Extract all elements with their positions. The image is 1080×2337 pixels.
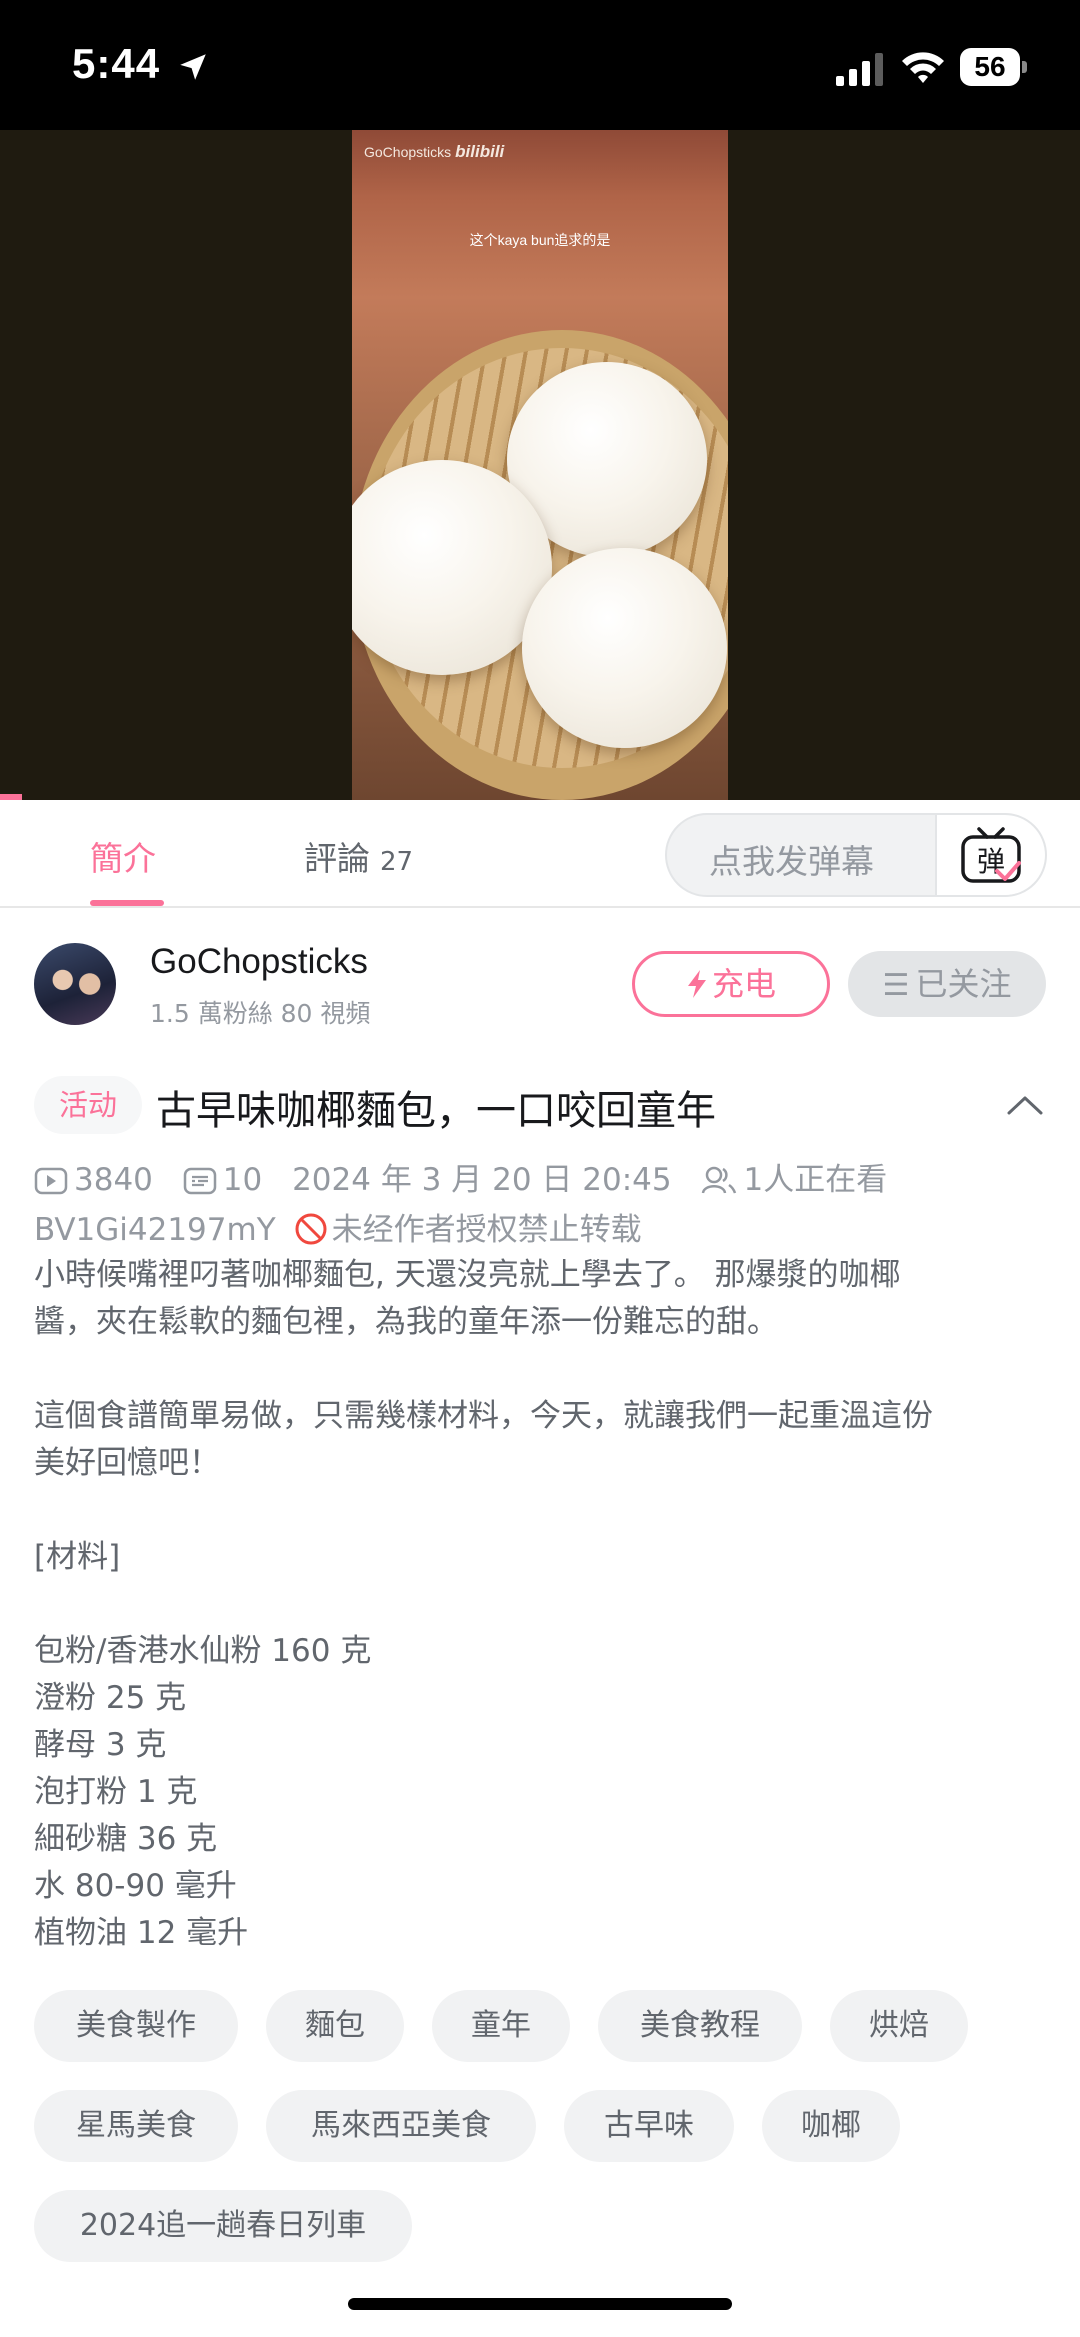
location-arrow-icon bbox=[180, 54, 206, 80]
bvid-row: BV1Gi42197mY 未经作者授权禁止转载 bbox=[34, 1204, 642, 1249]
charge-label: 充电 bbox=[711, 965, 776, 1003]
video-player[interactable]: GoChopsticks bilibili 这个kaya bun追求的是 bbox=[0, 130, 1080, 800]
wifi-icon bbox=[902, 52, 944, 83]
cellular-signal-icon bbox=[836, 53, 883, 86]
play-count: 3840 bbox=[34, 1162, 153, 1198]
description-line: 美好回憶吧！ bbox=[34, 1445, 220, 1481]
uploader-name[interactable]: GoChopsticks bbox=[150, 942, 368, 982]
tab-comments[interactable]: 評論 27 bbox=[304, 832, 413, 880]
menu-lines-icon: ☰ bbox=[882, 968, 910, 1003]
video-stats: 3840 10 2024 年 3 月 20 日 20:45 1人正在看 bbox=[34, 1154, 907, 1198]
danmaku-input[interactable]: 点我发弹幕 bbox=[709, 835, 874, 883]
watching-now-value: 1人正在看 bbox=[743, 1162, 888, 1198]
no-reprint-icon bbox=[295, 1213, 327, 1245]
tab-comments-label: 評論 bbox=[304, 839, 370, 878]
tag-chip[interactable]: 馬來西亞美食 bbox=[266, 2090, 536, 2162]
comments-count: 27 bbox=[380, 847, 414, 877]
description-line: 細砂糖 36 克 bbox=[34, 1821, 218, 1857]
viewers-icon bbox=[702, 1166, 737, 1194]
status-time: 5:44 bbox=[72, 40, 161, 87]
description-line bbox=[34, 1487, 1044, 1534]
description-line: 水 80-90 毫升 bbox=[34, 1868, 237, 1904]
copyright-notice: 未经作者授权禁止转载 bbox=[331, 1212, 642, 1248]
description-line: 包粉/香港水仙粉 160 克 bbox=[34, 1633, 372, 1669]
danmaku-tv-icon: 弹 bbox=[961, 827, 1021, 883]
battery-level: 56 bbox=[960, 48, 1020, 86]
danmaku-count: 10 bbox=[183, 1162, 262, 1198]
tag-chip[interactable]: 古早味 bbox=[564, 2090, 734, 2162]
tag-chip[interactable]: 2024追一趟春日列車 bbox=[34, 2190, 412, 2262]
description-line: 醬，夾在鬆軟的麵包裡，為我的童年添一份難忘的甜。 bbox=[34, 1304, 778, 1340]
danmaku-count-value: 10 bbox=[222, 1162, 263, 1198]
tag-chip[interactable]: 星馬美食 bbox=[34, 2090, 238, 2162]
status-bar: 5:44 56 bbox=[0, 0, 1080, 130]
follow-label: 已关注 bbox=[915, 965, 1012, 1003]
video-title: 古早味咖椰麵包，一口咬回童年 bbox=[156, 1088, 716, 1134]
play-icon bbox=[34, 1167, 68, 1195]
watching-now: 1人正在看 bbox=[701, 1154, 887, 1199]
tab-intro-label: 簡介 bbox=[90, 839, 156, 878]
danmaku-count-icon bbox=[183, 1167, 217, 1195]
description-line: 澄粉 25 克 bbox=[34, 1680, 187, 1716]
description-line: 泡打粉 1 克 bbox=[34, 1774, 198, 1810]
lightning-icon bbox=[687, 970, 706, 998]
publish-datetime: 2024 年 3 月 20 日 20:45 bbox=[292, 1162, 672, 1198]
tag-chip[interactable]: 烘焙 bbox=[830, 1990, 968, 2062]
home-indicator bbox=[348, 2298, 732, 2310]
danmaku-settings-button[interactable]: 弹 bbox=[935, 815, 1045, 895]
description-line bbox=[34, 1346, 1044, 1393]
tag-chip[interactable]: 麵包 bbox=[266, 1990, 404, 2062]
description-line: 這個食譜簡單易做，只需幾樣材料，今天，就讓我們一起重溫這份 bbox=[34, 1398, 933, 1434]
bvid[interactable]: BV1Gi42197mY bbox=[34, 1212, 276, 1248]
tab-bar: 簡介 評論 27 点我发弹幕 弹 bbox=[0, 800, 1080, 908]
description-line: [材料] bbox=[34, 1539, 121, 1575]
tag-chip[interactable]: 美食製作 bbox=[34, 1990, 238, 2062]
tab-intro[interactable]: 簡介 bbox=[90, 832, 156, 880]
tag-chip[interactable]: 咖椰 bbox=[762, 2090, 900, 2162]
active-tab-indicator bbox=[90, 900, 164, 906]
watermark-channel: GoChopsticks bbox=[364, 144, 452, 160]
description-line: 植物油 12 毫升 bbox=[34, 1915, 249, 1951]
uploader-avatar[interactable] bbox=[34, 943, 116, 1025]
watermark-brand: bilibili bbox=[455, 142, 505, 161]
chevron-up-icon[interactable] bbox=[1006, 1094, 1044, 1116]
video-description: 小時候嘴裡叼著咖椰麵包, 天還沒亮就上學去了。 那爆漿的咖椰 醬，夾在鬆軟的麵包… bbox=[34, 1252, 1044, 1957]
play-count-value: 3840 bbox=[74, 1162, 153, 1198]
uploader-stats: 1.5 萬粉絲 80 視頻 bbox=[150, 999, 371, 1028]
video-subtitle: 这个kaya bun追求的是 bbox=[469, 232, 611, 248]
danmaku-input-box[interactable]: 点我发弹幕 弹 bbox=[665, 813, 1047, 897]
follow-button[interactable]: ☰ 已关注 bbox=[848, 951, 1046, 1017]
tag-chip[interactable]: 童年 bbox=[432, 1990, 570, 2062]
activity-tag[interactable]: 活动 bbox=[34, 1076, 142, 1134]
battery-tip bbox=[1022, 61, 1027, 73]
video-frame: GoChopsticks bilibili 这个kaya bun追求的是 bbox=[352, 130, 728, 800]
charge-button[interactable]: 充电 bbox=[632, 951, 830, 1017]
tag-chip[interactable]: 美食教程 bbox=[598, 1990, 802, 2062]
description-line: 小時候嘴裡叼著咖椰麵包, 天還沒亮就上學去了。 那爆漿的咖椰 bbox=[34, 1257, 901, 1293]
steamed-bun bbox=[522, 548, 727, 748]
description-line bbox=[34, 1581, 1044, 1628]
description-line: 酵母 3 克 bbox=[34, 1727, 167, 1763]
video-watermark: GoChopsticks bilibili bbox=[364, 142, 504, 162]
battery-indicator: 56 bbox=[960, 48, 1027, 86]
